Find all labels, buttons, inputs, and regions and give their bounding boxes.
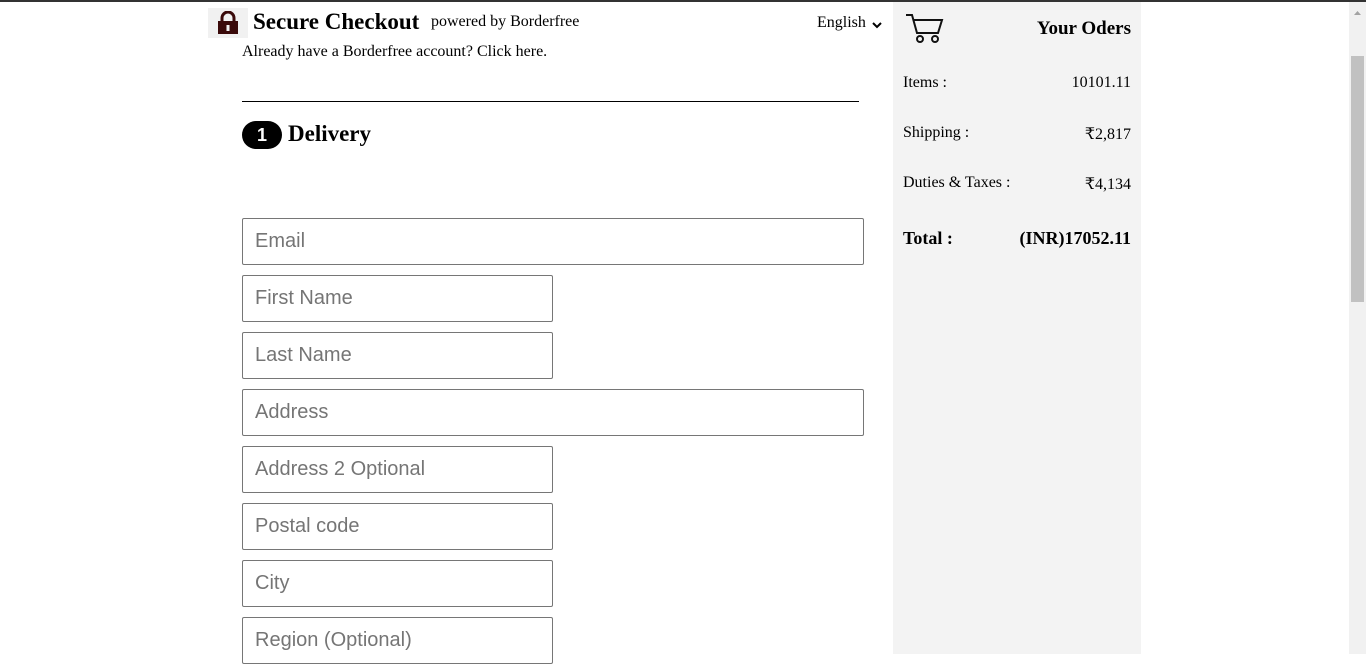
language-label: English	[817, 14, 866, 31]
powered-by-text: powered by Borderfree	[431, 13, 580, 30]
last-name-field[interactable]	[242, 332, 553, 379]
chevron-down-icon	[872, 16, 882, 34]
order-summary-title: Your Oders	[1036, 18, 1131, 39]
top-border	[0, 0, 1366, 2]
account-login-link[interactable]: Already have a Borderfree account? Click…	[242, 43, 547, 61]
lock-icon	[208, 8, 248, 38]
shipping-value: ₹2,817	[1084, 126, 1131, 143]
first-name-field[interactable]	[242, 275, 553, 322]
items-value: 10101.11	[1071, 74, 1131, 91]
order-summary-panel	[893, 2, 1141, 654]
divider	[242, 101, 859, 102]
address2-field[interactable]	[242, 446, 553, 493]
email-field[interactable]	[242, 218, 864, 265]
page-title: Secure Checkout	[253, 9, 420, 34]
language-selector[interactable]: English	[817, 12, 882, 34]
duties-label: Duties & Taxes :	[903, 174, 1011, 191]
shipping-label: Shipping :	[903, 124, 970, 141]
region-field[interactable]	[242, 617, 553, 664]
total-label: Total :	[903, 228, 953, 248]
step-number-badge: 1	[242, 121, 282, 149]
city-field[interactable]	[242, 560, 553, 607]
scroll-up-arrow-icon[interactable]	[1351, 6, 1364, 18]
postal-code-field[interactable]	[242, 503, 553, 550]
cart-icon	[905, 12, 945, 44]
step-title: Delivery	[288, 121, 372, 146]
address-field[interactable]	[242, 389, 864, 436]
items-label: Items :	[903, 74, 947, 91]
scrollbar-thumb[interactable]	[1351, 56, 1364, 302]
duties-value: ₹4,134	[1084, 176, 1131, 193]
total-value: (INR)17052.11	[1019, 228, 1132, 248]
